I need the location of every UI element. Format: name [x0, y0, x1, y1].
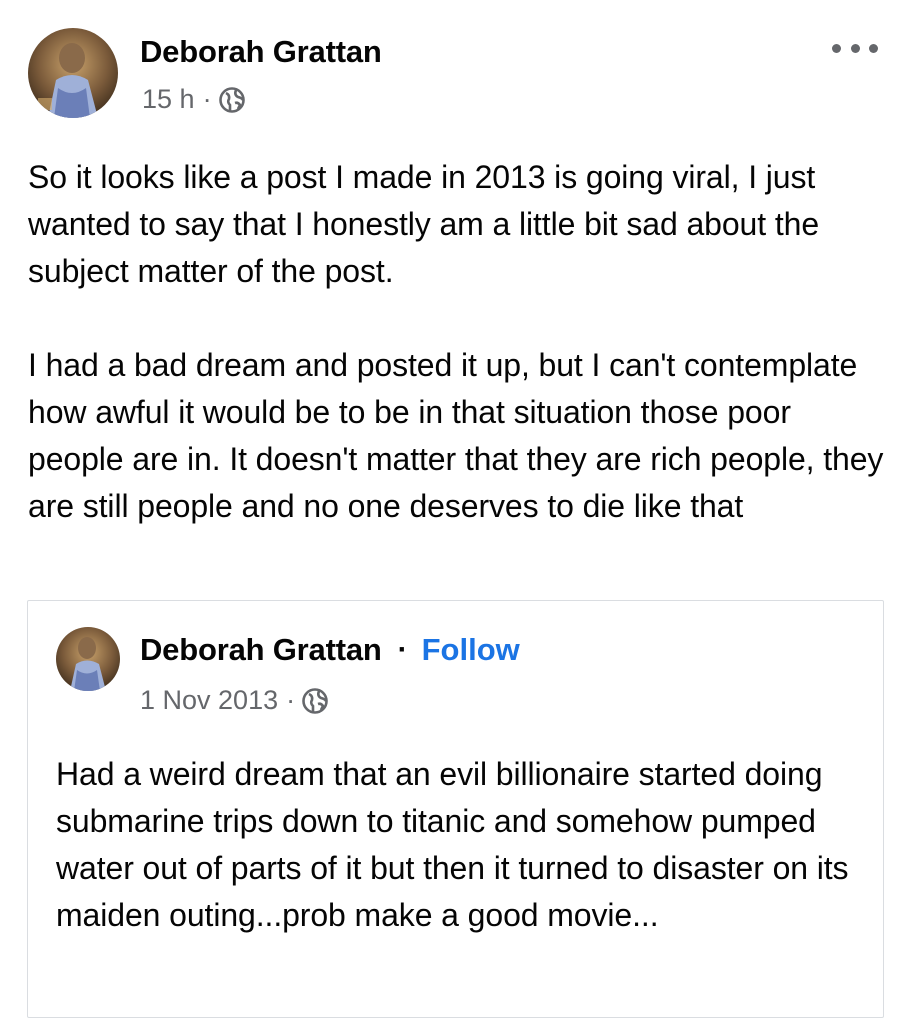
author-name[interactable]: Deborah Grattan	[140, 34, 382, 70]
shared-author-row: Deborah Grattan · Follow	[140, 632, 520, 668]
post-paragraph: I had a bad dream and posted it up, but …	[28, 347, 884, 524]
shared-post-card[interactable]: Deborah Grattan · Follow 1 Nov 2013 · Ha…	[27, 600, 884, 1018]
shared-author-avatar[interactable]	[56, 627, 120, 691]
facebook-post: Deborah Grattan 15 h · So it looks like …	[0, 0, 912, 1024]
shared-post-date[interactable]: 1 Nov 2013	[140, 685, 278, 716]
avatar-photo	[56, 627, 120, 691]
globe-icon	[218, 86, 246, 114]
meta-separator: ·	[286, 685, 296, 715]
more-dot	[850, 43, 860, 53]
follow-button[interactable]: Follow	[422, 632, 520, 668]
shared-post-body: Had a weird dream that an evil billionai…	[56, 756, 849, 933]
avatar-photo	[28, 28, 118, 118]
post-paragraph: So it looks like a post I made in 2013 i…	[28, 159, 820, 289]
shared-author-name[interactable]: Deborah Grattan	[140, 632, 382, 668]
post-header: Deborah Grattan 15 h ·	[28, 28, 884, 120]
name-separator: ·	[397, 633, 408, 666]
meta-separator: ·	[202, 84, 212, 114]
author-avatar[interactable]	[28, 28, 118, 118]
more-dot	[869, 43, 878, 53]
globe-icon	[301, 687, 329, 715]
shared-post-meta: 1 Nov 2013 ·	[140, 685, 329, 716]
post-time[interactable]: 15 h	[142, 84, 195, 115]
more-dot	[832, 43, 841, 53]
more-options-icon[interactable]	[832, 38, 878, 58]
post-meta: 15 h ·	[142, 84, 246, 115]
post-body: So it looks like a post I made in 2013 i…	[28, 154, 888, 530]
